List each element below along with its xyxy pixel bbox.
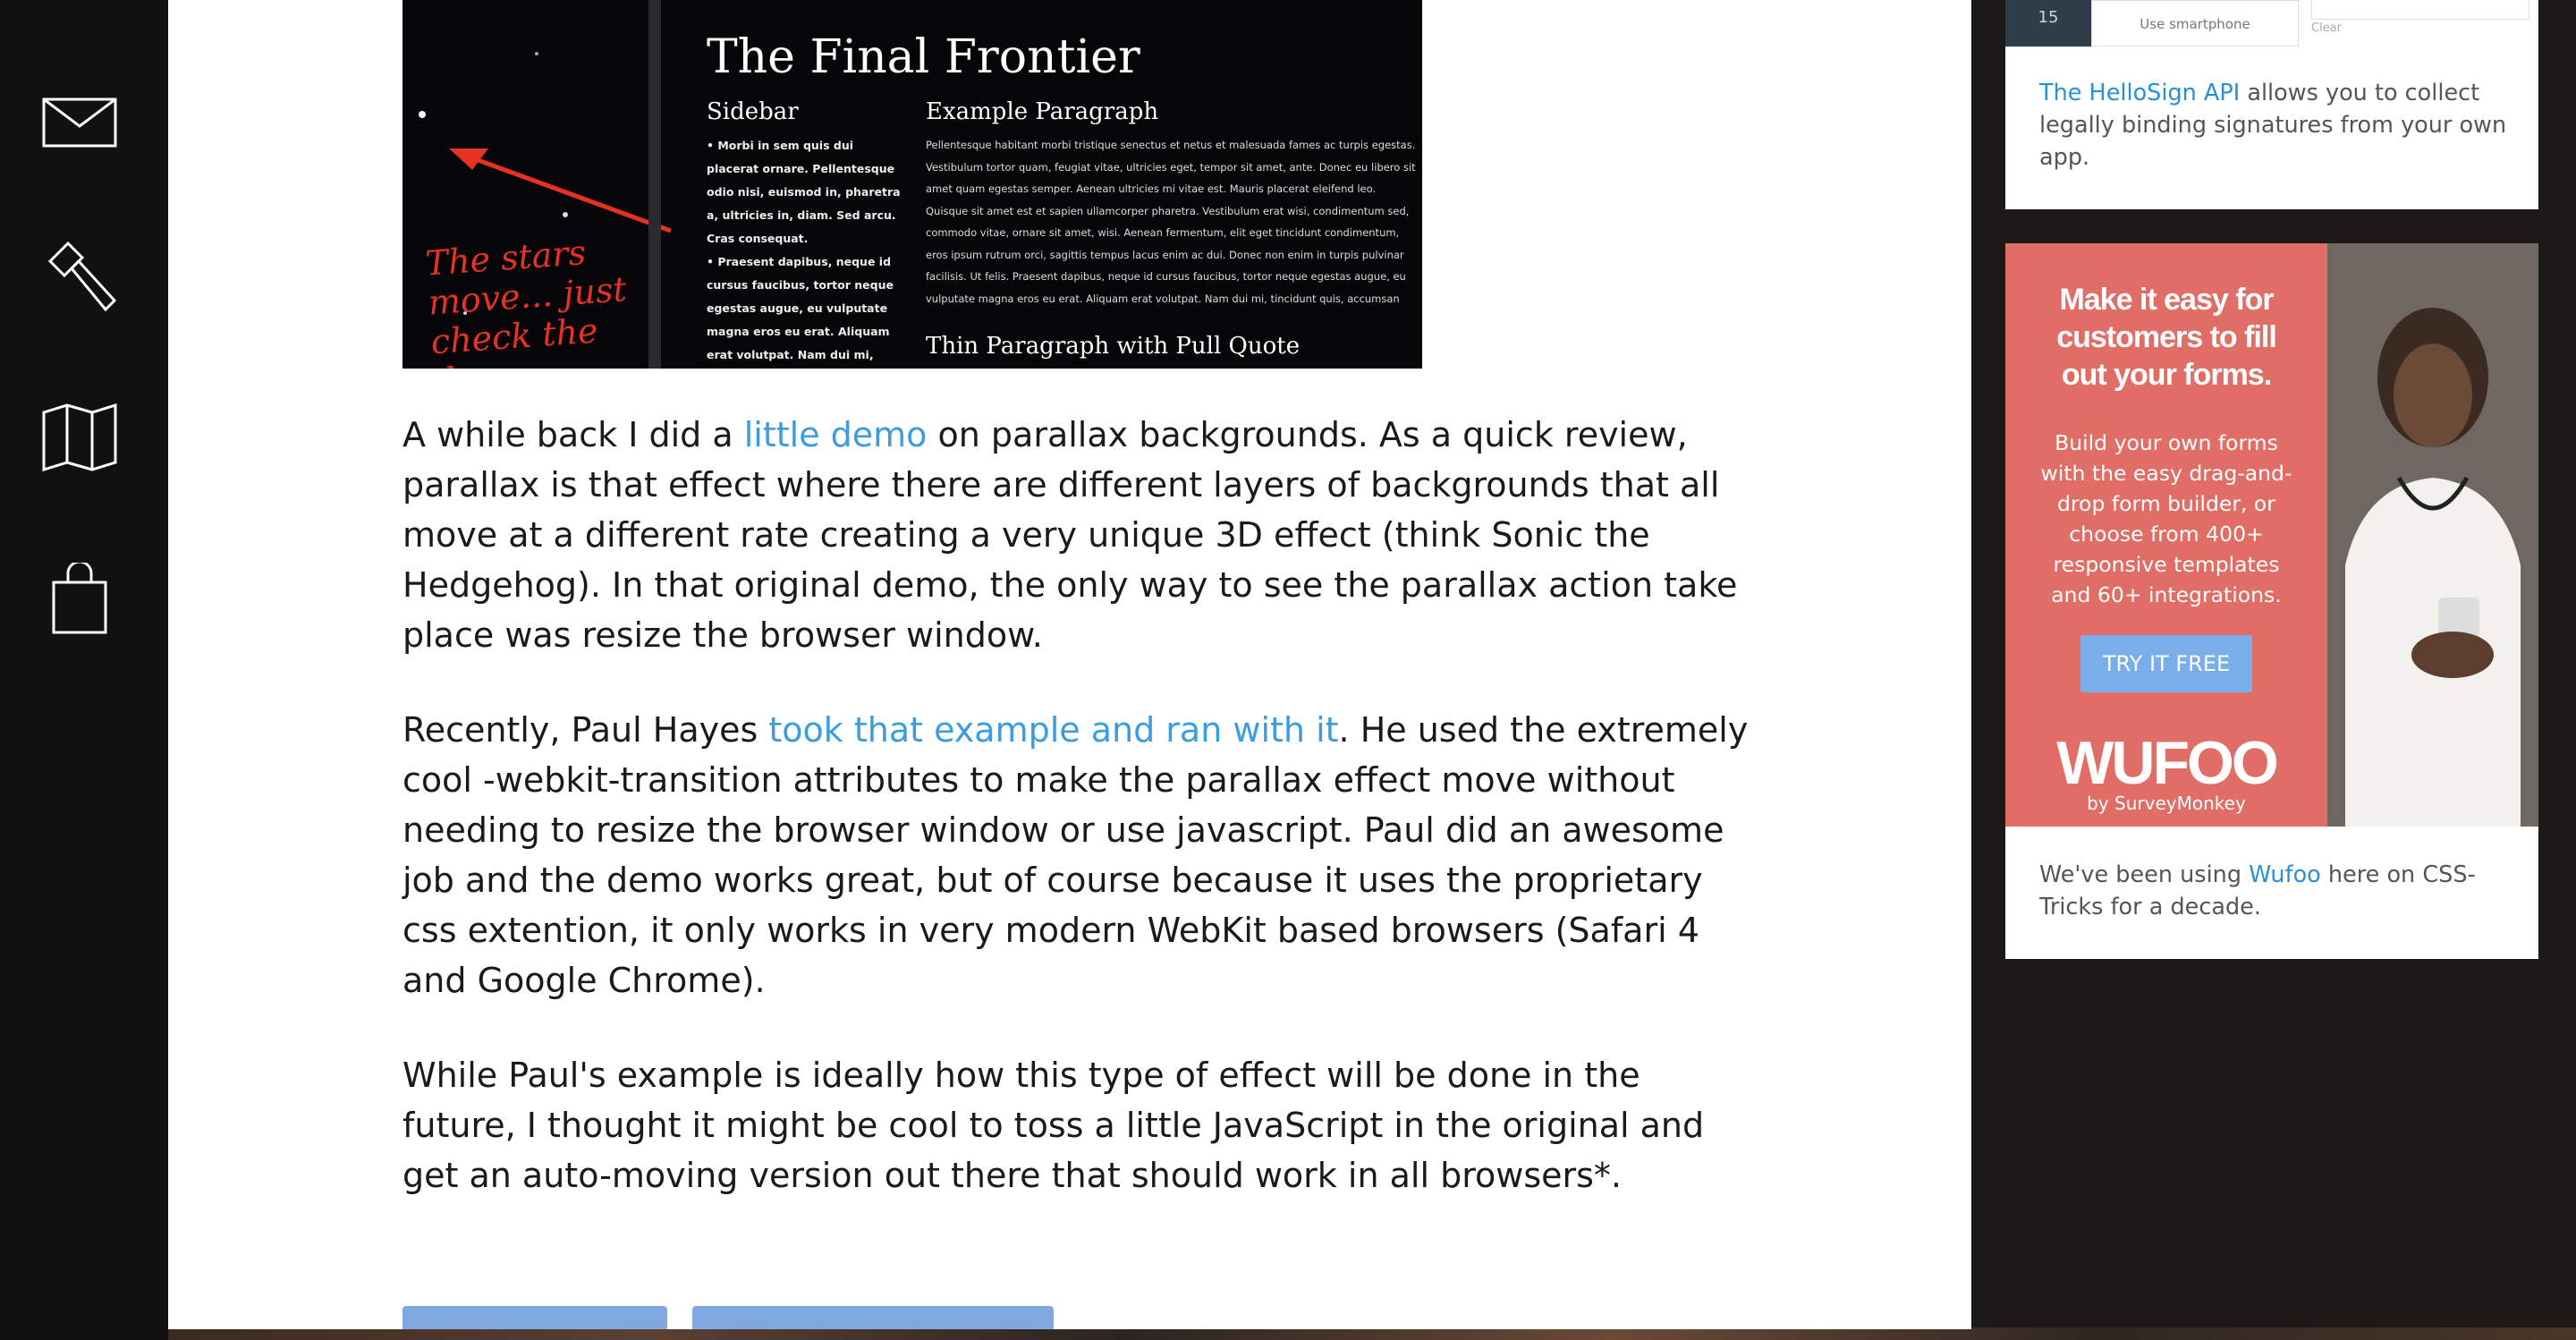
hammer-icon[interactable] [39, 238, 120, 318]
main-content: The Final Frontier Sidebar Example Parag… [168, 0, 1971, 1329]
hero-example-text: Pellentesque habitant morbi tristique se… [926, 139, 1416, 305]
wufoo-link[interactable]: Wufoo [2249, 861, 2321, 888]
hero-sidebar-list: • Morbi in sem quis dui placerat ornare.… [707, 134, 903, 367]
wufoo-note-card: We've been using Wufoo here on CSS-Trick… [2005, 827, 2538, 959]
ad-photo [2327, 243, 2538, 827]
hero-sidebar-heading: Sidebar [707, 98, 799, 125]
hellosign-text: The HelloSign API allows you to collect … [2039, 80, 2507, 171]
left-navigation [0, 0, 168, 1340]
map-icon[interactable] [39, 397, 120, 478]
mail-icon[interactable] [39, 82, 120, 163]
ad-headline: Make it easy for customers to fill out y… [2056, 283, 2277, 392]
hellosign-api-link[interactable]: The HelloSign API [2039, 80, 2240, 106]
wufoo-logo-sub: by SurveyMonkey [2087, 793, 2246, 814]
demo-button[interactable] [402, 1306, 667, 1329]
hellosign-card: 15 Use smartphone Clear The HelloSign AP… [2005, 0, 2538, 209]
wufoo-note: We've been using Wufoo here on CSS-Trick… [2039, 861, 2476, 920]
mini-field [2311, 0, 2529, 20]
hero-title: The Final Frontier [707, 30, 1140, 84]
shopping-bag-icon[interactable] [39, 558, 120, 639]
paragraph: A while back I did a little demo on para… [402, 415, 1738, 655]
paragraph: Recently, Paul Hayes took that example a… [402, 710, 1749, 1000]
mini-number: 15 [2005, 0, 2091, 47]
page-background-texture [168, 1327, 2576, 1340]
little-demo-link[interactable]: little demo [744, 415, 928, 454]
wufoo-logo: WUFOO [2056, 729, 2279, 797]
wufoo-ad-panel: Make it easy for customers to fill out y… [2005, 243, 2327, 827]
hero-pull-heading: Thin Paragraph with Pull Quote [926, 333, 1301, 360]
try-it-free-button[interactable]: TRY IT FREE [2080, 635, 2252, 692]
demo-screenshot[interactable]: The Final Frontier Sidebar Example Parag… [402, 0, 1422, 369]
stars-note: The stars move... just check the demo. [424, 233, 629, 369]
article-body: A while back I did a little demo on para… [402, 410, 1762, 1245]
list-item: • Morbi in sem quis dui placerat ornare.… [707, 139, 901, 245]
hero-example-heading: Example Paragraph [926, 98, 1159, 125]
mini-clear-label: Clear [2311, 21, 2342, 35]
paul-hayes-link[interactable]: took that example and ran with it [768, 710, 1338, 750]
ad-body: Build your own forms with the easy drag-… [2040, 430, 2292, 607]
mini-smartphone-button[interactable]: Use smartphone [2091, 0, 2299, 47]
list-item: • Praesent dapibus, neque id cursus fauc… [707, 255, 894, 361]
download-button[interactable] [692, 1306, 1054, 1329]
wufoo-ad[interactable]: Make it easy for customers to fill out y… [2005, 243, 2538, 827]
paragraph: While Paul's example is ideally how this… [402, 1056, 1705, 1195]
